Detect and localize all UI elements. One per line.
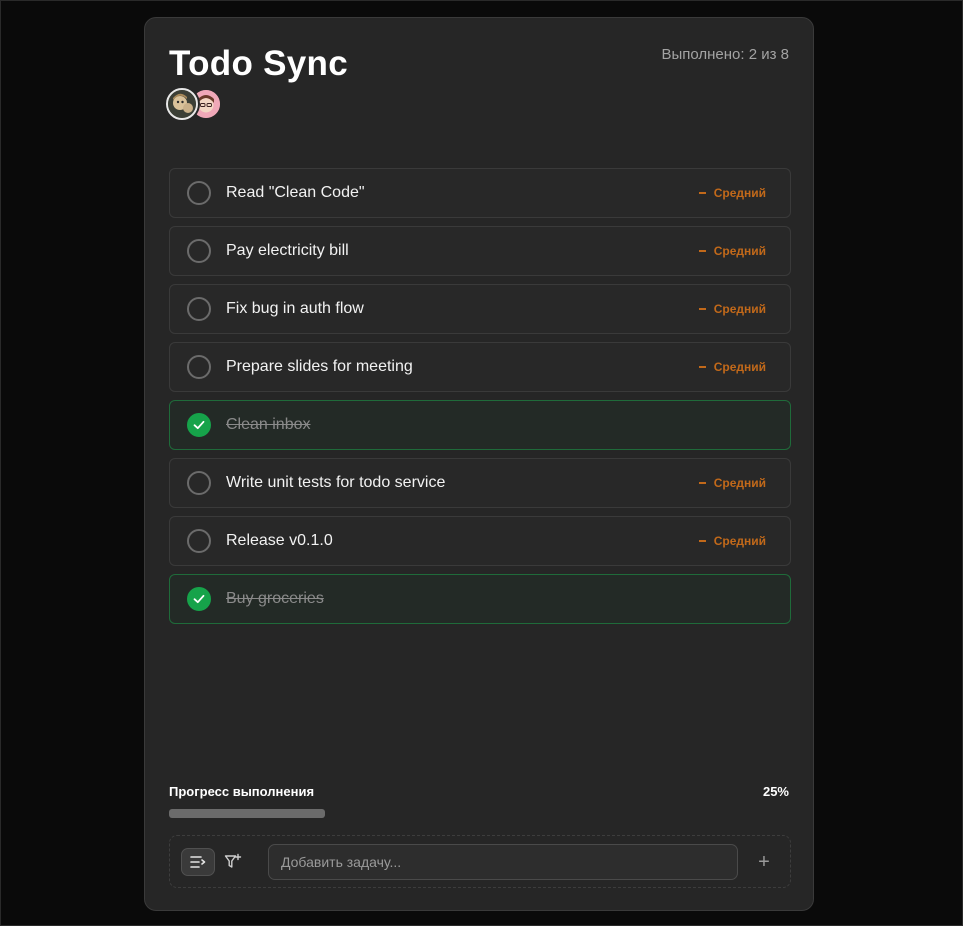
filter-plus-icon — [224, 853, 242, 868]
priority-label: Средний — [713, 476, 766, 490]
add-task-input[interactable] — [268, 844, 738, 880]
checkbox-icon[interactable] — [187, 297, 211, 321]
task-item[interactable]: Read "Clean Code" Средний — [169, 168, 791, 218]
task-title: Pay electricity bill — [226, 242, 349, 259]
task-title: Read "Clean Code" — [226, 184, 365, 201]
priority-label: Средний — [713, 534, 766, 548]
task-item[interactable]: Clean inbox — [169, 400, 791, 450]
avatar[interactable] — [166, 88, 198, 120]
task-title: Clean inbox — [226, 416, 311, 433]
minus-icon — [698, 308, 706, 310]
todo-card: Todo Sync Выполнено: 2 из 8 Read "Clean … — [144, 17, 814, 911]
minus-icon — [698, 192, 706, 194]
priority-badge: Средний — [698, 302, 766, 316]
filter-button[interactable] — [222, 850, 244, 874]
task-title: Write unit tests for todo service — [226, 474, 446, 491]
task-title: Release v0.1.0 — [226, 532, 333, 549]
task-title: Fix bug in auth flow — [226, 300, 364, 317]
check-icon — [193, 594, 205, 604]
checkbox-checked-icon[interactable] — [187, 413, 211, 437]
task-item[interactable]: Fix bug in auth flow Средний — [169, 284, 791, 334]
task-item[interactable]: Prepare slides for meeting Средний — [169, 342, 791, 392]
avatar-illustration-icon — [168, 90, 196, 118]
task-item[interactable]: Write unit tests for todo service Средний — [169, 458, 791, 508]
task-list: Read "Clean Code" Средний Pay electricity … — [169, 168, 791, 632]
task-item[interactable]: Release v0.1.0 Средний — [169, 516, 791, 566]
minus-icon — [698, 540, 706, 542]
check-icon — [193, 420, 205, 430]
priority-badge: Средний — [698, 244, 766, 258]
progress-label: Прогресс выполнения — [169, 784, 315, 799]
app-title: Todo Sync — [169, 44, 348, 83]
priority-badge: Средний — [698, 534, 766, 548]
sort-button[interactable] — [181, 848, 215, 876]
minus-icon — [698, 482, 706, 484]
checkbox-icon[interactable] — [187, 471, 211, 495]
priority-badge: Средний — [698, 186, 766, 200]
progress-value: 25% — [762, 784, 789, 799]
add-task-composer: + — [169, 835, 791, 888]
avatar-group — [166, 88, 226, 126]
checkbox-icon[interactable] — [187, 239, 211, 263]
done-counter: Выполнено: 2 из 8 — [661, 46, 789, 63]
priority-label: Средний — [713, 186, 766, 200]
task-item[interactable]: Buy groceries — [169, 574, 791, 624]
priority-badge: Средний — [698, 360, 766, 374]
priority-label: Средний — [713, 302, 766, 316]
minus-icon — [698, 250, 706, 252]
minus-icon — [698, 366, 706, 368]
sort-list-icon — [190, 856, 206, 868]
progress-bar-fill — [169, 809, 325, 818]
priority-label: Средний — [713, 244, 766, 258]
checkbox-icon[interactable] — [187, 181, 211, 205]
task-title: Prepare slides for meeting — [226, 358, 413, 375]
priority-badge: Средний — [698, 476, 766, 490]
progress-bar — [169, 809, 791, 818]
checkbox-checked-icon[interactable] — [187, 587, 211, 611]
add-task-button[interactable]: + — [752, 850, 776, 874]
checkbox-icon[interactable] — [187, 355, 211, 379]
task-title: Buy groceries — [226, 590, 324, 607]
task-item[interactable]: Pay electricity bill Средний — [169, 226, 791, 276]
checkbox-icon[interactable] — [187, 529, 211, 553]
priority-label: Средний — [713, 360, 766, 374]
